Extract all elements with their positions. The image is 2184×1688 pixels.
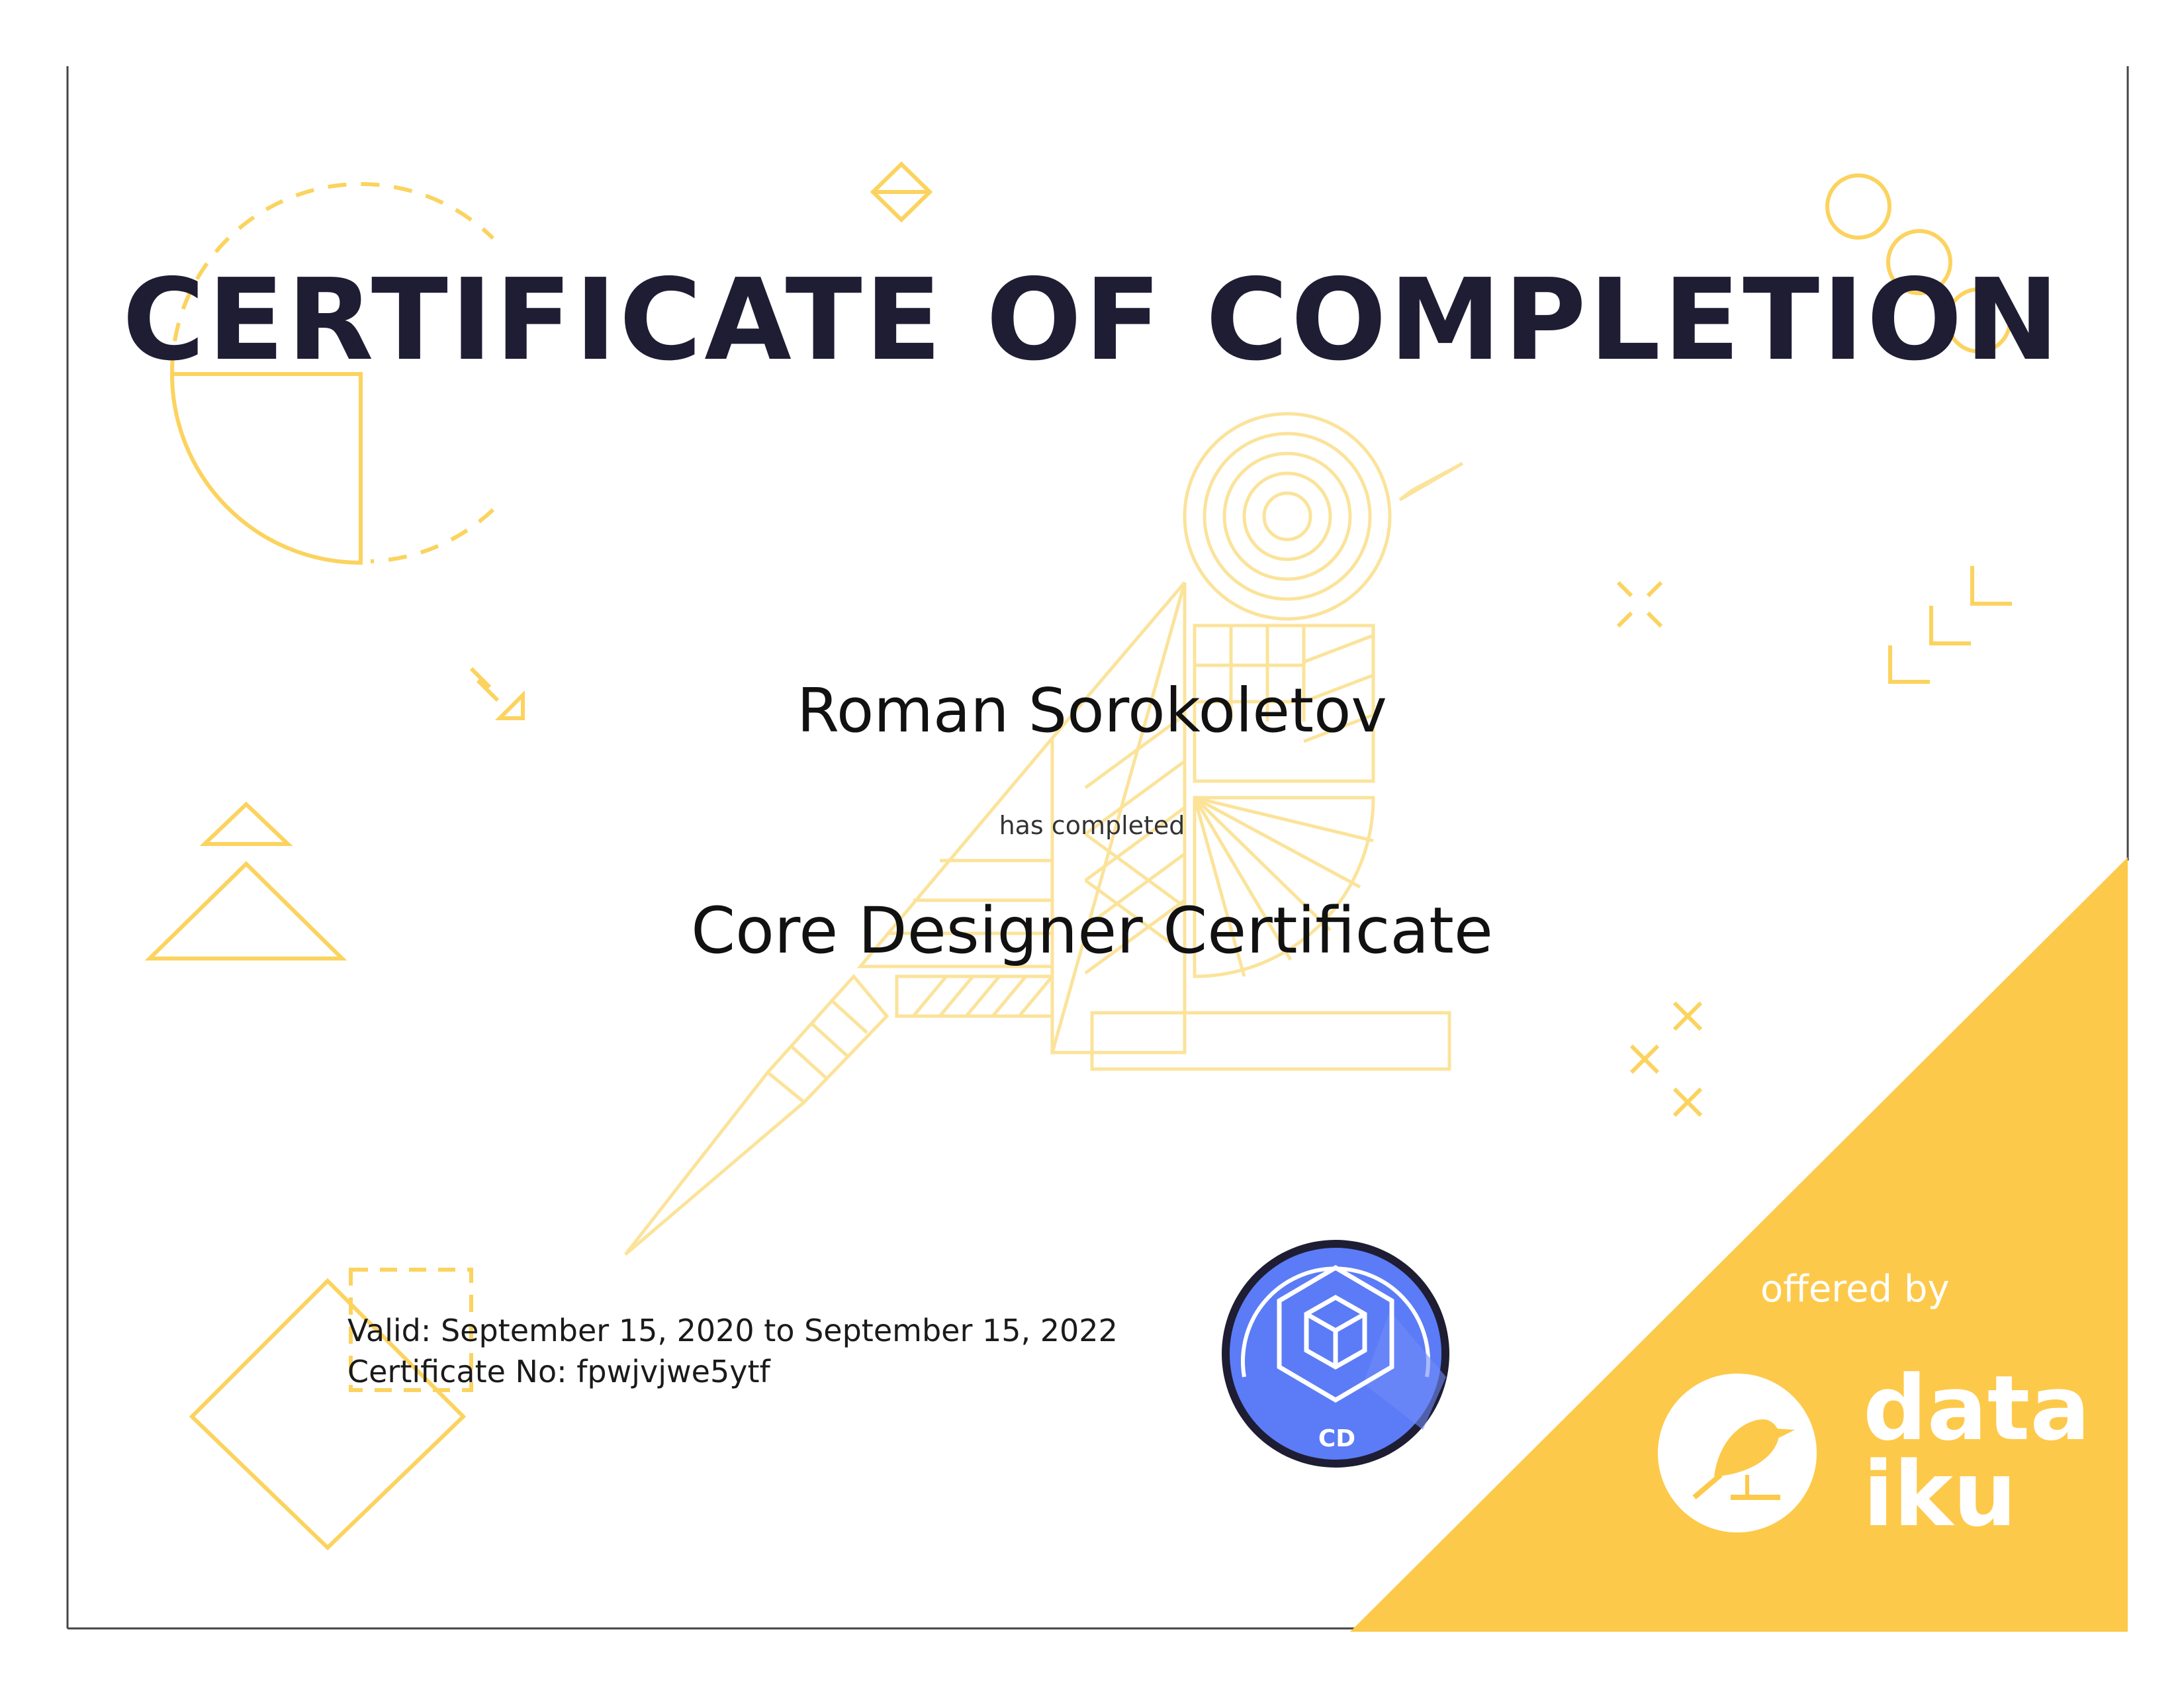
- bottom-diamond-shape: [189, 1268, 473, 1551]
- offered-by-label: offered by: [1760, 1268, 1950, 1311]
- certificate-page: CERTIFICATE OF COMPLETION Roman Sorokole…: [0, 0, 2184, 1688]
- certificate-number: Certificate No: fpwjvjwe5ytf: [347, 1354, 770, 1389]
- cd-badge-label: CD: [1318, 1425, 1355, 1452]
- validity-period: Valid: September 15, 2020 to September 1…: [347, 1313, 1118, 1348]
- corner-marks-shape: [1616, 566, 2012, 684]
- certificate-title: CERTIFICATE OF COMPLETION: [122, 255, 2062, 386]
- brand-name-line2: iku: [1863, 1442, 2017, 1546]
- course-name: Core Designer Certificate: [691, 894, 1493, 968]
- small-diamond-shape: [870, 161, 933, 223]
- recipient-name: Roman Sorokoletov: [797, 675, 1387, 746]
- completion-phrase: has completed: [999, 811, 1185, 840]
- brand-name-line1: data: [1863, 1356, 2091, 1460]
- badge-label-text: CD: [1318, 1425, 1355, 1452]
- decorative-background: [66, 66, 2129, 1632]
- dataiku-logo-circle: [1658, 1374, 1817, 1532]
- x-marks-shape: [1629, 1001, 1703, 1117]
